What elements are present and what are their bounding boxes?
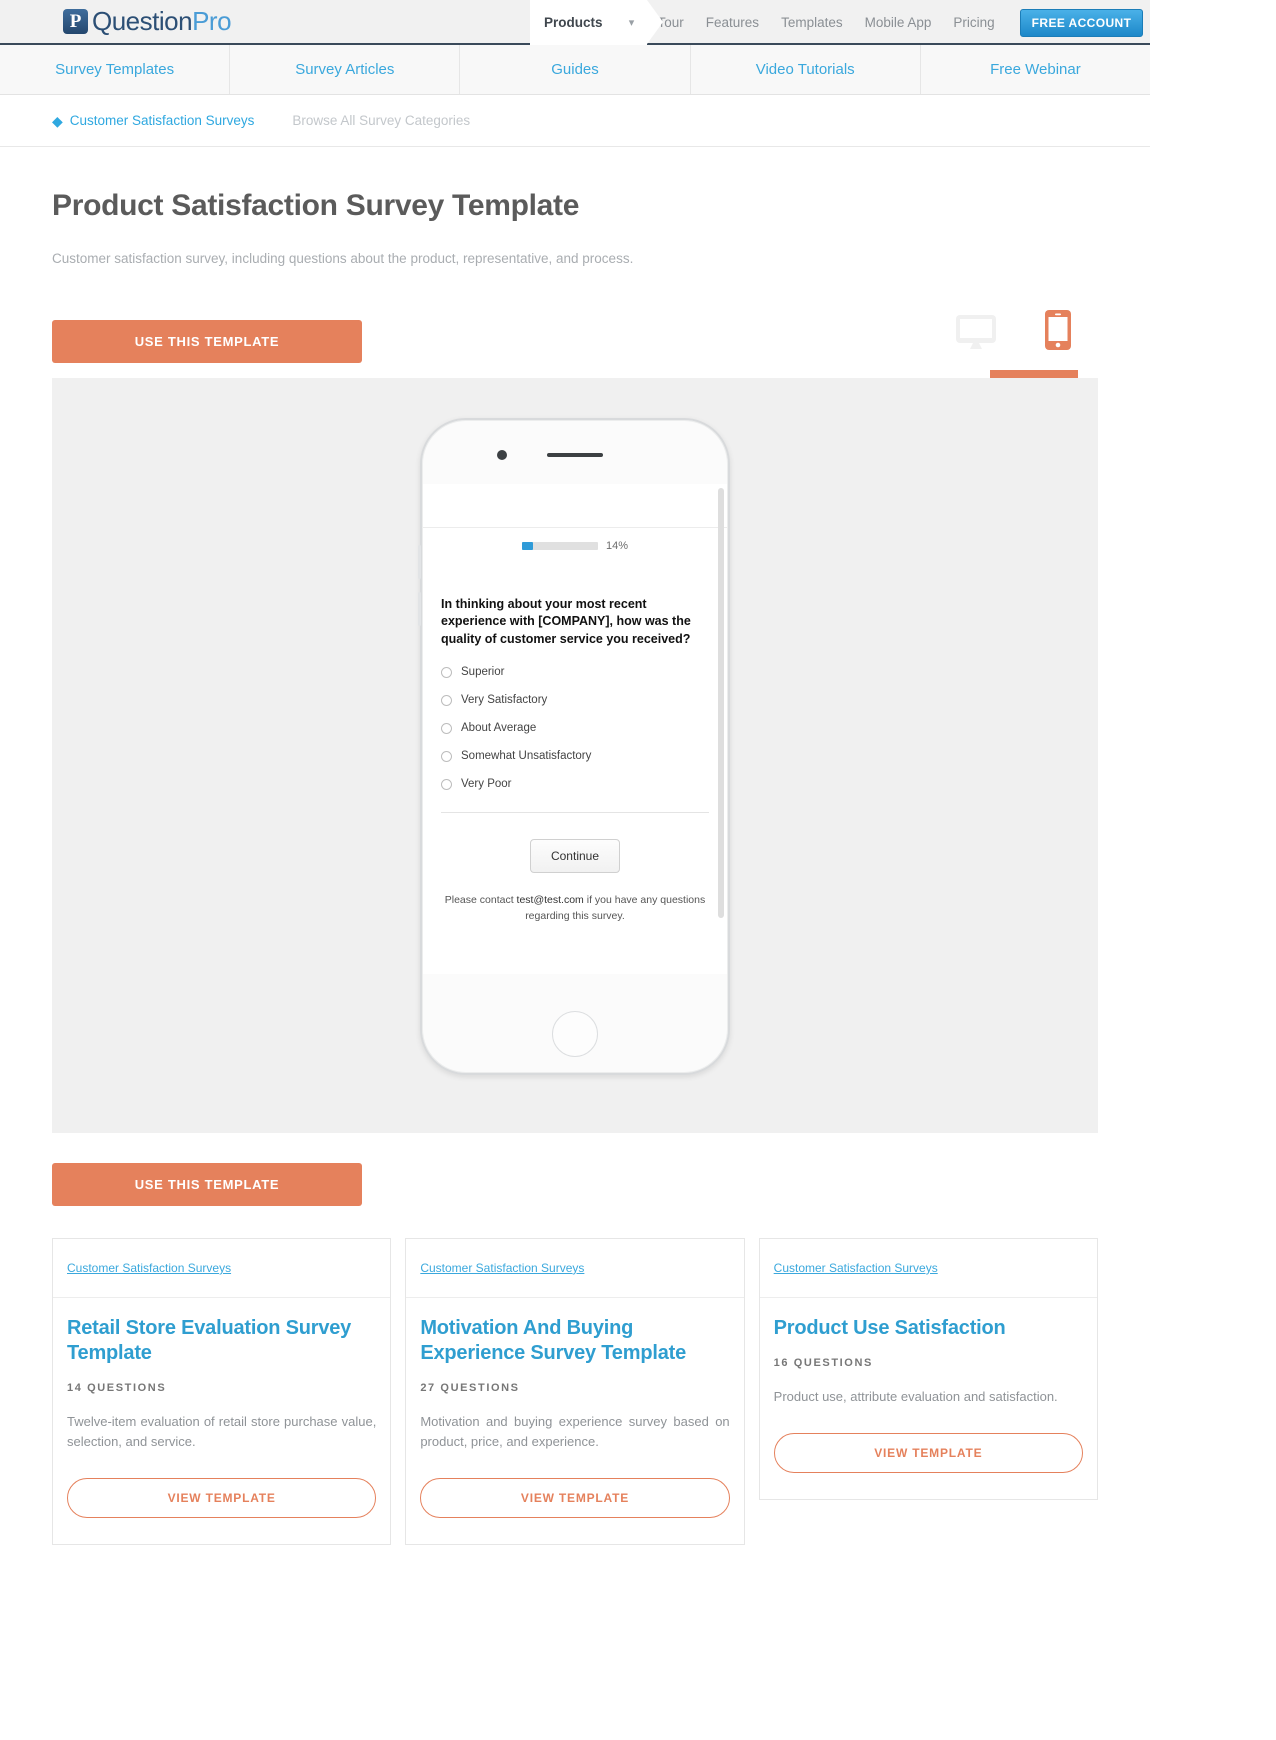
survey-option-about-average[interactable]: About Average xyxy=(441,714,709,742)
card-question-count: 27 QUESTIONS xyxy=(420,1381,520,1394)
page-root: P QuestionPro Products ▾ Tour Features T… xyxy=(0,0,1150,1576)
card-body: Retail Store Evaluation Survey Template … xyxy=(53,1298,390,1544)
survey-progress: 14% xyxy=(423,540,727,552)
page-description: Customer satisfaction survey, including … xyxy=(52,251,634,266)
secondary-navigation: Survey Templates Survey Articles Guides … xyxy=(0,45,1150,95)
desktop-monitor-icon xyxy=(956,314,996,349)
main-content: Product Satisfaction Survey Template Cus… xyxy=(0,189,1150,1575)
subnav-item-free-webinar[interactable]: Free Webinar xyxy=(921,45,1150,94)
survey-divider xyxy=(441,812,709,814)
option-label: Very Satisfactory xyxy=(461,694,548,707)
radio-icon[interactable] xyxy=(441,694,452,706)
brand-logo[interactable]: P QuestionPro xyxy=(63,0,232,44)
card-description: Twelve-item evaluation of retail store p… xyxy=(67,1413,377,1450)
progress-track xyxy=(521,541,598,550)
use-this-template-button-top[interactable]: USE THIS TEMPLATE xyxy=(52,319,362,363)
survey-contact-footer: Please contact test@test.com if you have… xyxy=(435,893,715,923)
card-body: Motivation And Buying Experience Survey … xyxy=(406,1298,743,1544)
phone-screen: 14% In thinking about your most recent e… xyxy=(423,483,727,974)
logo-mark-icon: P xyxy=(63,9,88,34)
logo-word-pro: Pro xyxy=(192,6,232,36)
action-row: USE THIS TEMPLATE xyxy=(52,309,1098,363)
chevron-down-icon: ▾ xyxy=(628,17,635,29)
top-navigation: Products ▾ Tour Features Templates Mobil… xyxy=(530,0,1144,45)
radio-icon[interactable] xyxy=(441,750,452,762)
subnav-item-guides[interactable]: Guides xyxy=(460,45,691,94)
phone-camera-icon xyxy=(497,449,507,460)
mobile-phone-icon xyxy=(1045,309,1071,350)
option-label: About Average xyxy=(461,722,537,735)
mobile-preview-button[interactable] xyxy=(1045,309,1071,363)
template-card: Customer Satisfaction Surveys Retail Sto… xyxy=(52,1237,392,1546)
survey-scrollbar[interactable] xyxy=(718,487,724,918)
top-bar: P QuestionPro Products ▾ Tour Features T… xyxy=(0,0,1150,45)
survey-option-very-satisfactory[interactable]: Very Satisfactory xyxy=(441,686,709,714)
card-title[interactable]: Retail Store Evaluation Survey Template xyxy=(67,1316,376,1366)
option-label: Superior xyxy=(461,666,505,679)
radio-icon[interactable] xyxy=(441,778,452,790)
free-account-button[interactable]: FREE ACCOUNT xyxy=(1019,8,1144,37)
preview-stage: 14% In thinking about your most recent e… xyxy=(52,369,1098,1133)
card-title[interactable]: Product Use Satisfaction xyxy=(774,1316,1083,1341)
option-label: Somewhat Unsatisfactory xyxy=(461,750,592,763)
radio-icon[interactable] xyxy=(441,666,452,678)
subnav-item-survey-templates[interactable]: Survey Templates xyxy=(0,45,231,94)
card-title[interactable]: Motivation And Buying Experience Survey … xyxy=(420,1316,729,1366)
breadcrumb: ◆ Customer Satisfaction Surveys Browse A… xyxy=(0,95,1150,147)
card-category-link[interactable]: Customer Satisfaction Surveys xyxy=(420,1261,584,1275)
related-templates-list: Customer Satisfaction Surveys Retail Sto… xyxy=(52,1237,1098,1575)
topnav-item-features[interactable]: Features xyxy=(695,0,770,45)
card-question-count: 16 QUESTIONS xyxy=(773,1356,873,1369)
option-label: Very Poor xyxy=(461,778,512,791)
survey-question-text: In thinking about your most recent exper… xyxy=(441,596,691,646)
active-device-indicator xyxy=(990,369,1078,378)
topnav-item-pricing[interactable]: Pricing xyxy=(942,0,1005,45)
products-dropdown-toggle[interactable]: ▾ xyxy=(616,0,663,45)
survey-option-very-poor[interactable]: Very Poor xyxy=(441,770,709,798)
subnav-item-video-tutorials[interactable]: Video Tutorials xyxy=(691,45,921,94)
topnav-item-templates[interactable]: Templates xyxy=(770,0,854,45)
use-this-template-button-bottom[interactable]: USE THIS TEMPLATE xyxy=(52,1162,362,1206)
contact-text-prefix: Please contact xyxy=(444,894,517,907)
subnav-item-survey-articles[interactable]: Survey Articles xyxy=(230,45,461,94)
contact-email-link[interactable]: test@test.com xyxy=(517,894,584,906)
topnav-item-mobile-app[interactable]: Mobile App xyxy=(854,0,943,45)
phone-speaker-icon xyxy=(547,452,603,457)
card-header: Customer Satisfaction Surveys xyxy=(759,1239,1097,1298)
survey-option-somewhat-unsatisfactory[interactable]: Somewhat Unsatisfactory xyxy=(441,742,709,770)
topnav-item-products[interactable]: Products xyxy=(530,0,617,45)
device-preview-toggle xyxy=(955,309,1098,363)
card-description: Motivation and buying experience survey … xyxy=(420,1413,730,1450)
card-category-link[interactable]: Customer Satisfaction Surveys xyxy=(774,1261,938,1275)
breadcrumb-current-category[interactable]: Customer Satisfaction Surveys xyxy=(70,113,255,128)
card-category-link[interactable]: Customer Satisfaction Surveys xyxy=(67,1261,231,1275)
card-description: Product use, attribute evaluation and sa… xyxy=(773,1388,1058,1404)
view-template-button[interactable]: VIEW TEMPLATE xyxy=(773,1433,1083,1474)
survey-header-bar xyxy=(423,484,727,528)
progress-fill xyxy=(521,541,533,550)
template-card: Customer Satisfaction Surveys Product Us… xyxy=(758,1237,1098,1501)
phone-mockup: 14% In thinking about your most recent e… xyxy=(418,417,730,1075)
phone-home-button-icon xyxy=(552,1010,598,1057)
back-chevron-icon[interactable]: ◆ xyxy=(52,114,63,128)
card-question-count: 14 QUESTIONS xyxy=(67,1381,167,1394)
radio-icon[interactable] xyxy=(441,722,452,734)
survey-option-superior[interactable]: Superior xyxy=(441,658,709,686)
continue-button[interactable]: Continue xyxy=(529,839,621,874)
logo-wordmark: QuestionPro xyxy=(92,6,232,37)
logo-word-question: Question xyxy=(92,6,193,36)
progress-label: 14% xyxy=(605,539,629,552)
desktop-preview-button[interactable] xyxy=(955,314,997,363)
survey-continue-row: Continue xyxy=(423,839,727,874)
page-title: Product Satisfaction Survey Template xyxy=(52,189,580,222)
view-template-button[interactable]: VIEW TEMPLATE xyxy=(67,1478,377,1519)
card-body: Product Use Satisfaction 16 QUESTIONS Pr… xyxy=(760,1298,1097,1499)
card-header: Customer Satisfaction Surveys xyxy=(53,1239,391,1298)
card-header: Customer Satisfaction Surveys xyxy=(406,1239,744,1298)
template-card: Customer Satisfaction Surveys Motivation… xyxy=(405,1237,745,1546)
view-template-button[interactable]: VIEW TEMPLATE xyxy=(420,1478,730,1519)
breadcrumb-browse-all[interactable]: Browse All Survey Categories xyxy=(292,113,470,128)
survey-options-list: Superior Very Satisfactory About Average xyxy=(441,658,709,798)
